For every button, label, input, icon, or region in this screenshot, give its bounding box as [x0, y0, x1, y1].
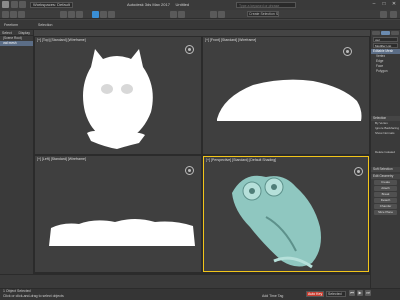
ribbon-tab-selection[interactable]: Selection	[38, 23, 52, 27]
viewport-top[interactable]: [+] [Top] [Standard] [Wireframe]	[35, 37, 201, 154]
status-prompt: Click or click-and-drag to select object…	[3, 294, 64, 298]
select-move-icon[interactable]	[92, 11, 99, 18]
hierarchy-tab-icon[interactable]	[390, 31, 399, 35]
render-icon[interactable]	[380, 11, 387, 18]
undo-icon[interactable]	[11, 1, 18, 8]
minimize-icon[interactable]: –	[370, 1, 378, 8]
object-name-field[interactable]: owl	[373, 37, 398, 42]
selection-set-dropdown[interactable]: Create Selection Set	[247, 11, 279, 17]
app-logo-icon[interactable]	[2, 1, 9, 8]
auto-key-button[interactable]: Auto Key	[306, 291, 324, 297]
add-time-tag-button[interactable]: Add Time Tag	[262, 294, 283, 298]
mirror-icon[interactable]	[210, 11, 217, 18]
command-panel-tabs	[371, 30, 400, 36]
select-scale-icon[interactable]	[108, 11, 115, 18]
scene-object-row[interactable]: owl mesh	[0, 41, 33, 46]
create-button[interactable]: Create	[374, 180, 397, 185]
link-icon[interactable]	[2, 11, 9, 18]
go-to-end-icon[interactable]: ⏭	[365, 290, 371, 296]
owl-perspective-view	[232, 175, 321, 269]
title-bar: Workspaces: Default Autodesk 3ds Max 201…	[0, 0, 400, 10]
chamfer-button[interactable]: Chamfer	[374, 204, 397, 209]
slice-plane-button[interactable]: Slice Plane	[374, 210, 397, 215]
main-toolbar	[0, 10, 400, 19]
search-input[interactable]	[237, 4, 295, 8]
maximize-icon[interactable]: □	[380, 1, 388, 8]
selected-dropdown[interactable]: Selected	[326, 291, 346, 297]
play-icon[interactable]: ▶	[357, 290, 363, 296]
attach-button[interactable]: Attach	[374, 186, 397, 191]
align-icon[interactable]	[218, 11, 225, 18]
break-button[interactable]: Break	[374, 192, 397, 197]
window-title: Autodesk 3ds Max 2017 Untitled	[127, 2, 189, 7]
workspace-dropdown[interactable]: Workspaces: Default	[30, 2, 73, 8]
ribbon-tab-modeling[interactable]: Freeform	[4, 23, 18, 27]
angle-snap-icon[interactable]	[178, 11, 185, 18]
command-panel: owl Modifier List Editable Mesh Vertex E…	[370, 30, 400, 288]
select-object-icon[interactable]	[60, 11, 67, 18]
tab-select[interactable]: Select	[0, 30, 17, 35]
modifier-list-dropdown[interactable]: Modifier List	[373, 43, 398, 48]
select-region-icon[interactable]	[76, 11, 83, 18]
document-name: Untitled	[175, 2, 190, 7]
detach-button[interactable]: Detach	[374, 198, 397, 203]
ribbon: Freeform Selection	[0, 20, 400, 30]
bind-icon[interactable]	[18, 11, 25, 18]
snaps-icon[interactable]	[170, 11, 177, 18]
scene-explorer: Select Display (Scene Root) owl mesh	[0, 30, 34, 288]
unlink-icon[interactable]	[10, 11, 17, 18]
create-tab-icon[interactable]	[372, 31, 381, 35]
tab-display[interactable]: Display	[17, 30, 34, 35]
search-box[interactable]	[236, 2, 296, 8]
owl-top-view	[83, 49, 153, 149]
selection-count: 1 Object Selected	[3, 289, 31, 293]
rollout-edit-geometry[interactable]: Edit Geometry	[371, 174, 400, 179]
owl-front-view	[217, 79, 362, 121]
select-rotate-icon[interactable]	[100, 11, 107, 18]
viewport-perspective[interactable]: [+] [Perspective] [Standard] [Default Sh…	[203, 156, 369, 272]
viewport-left[interactable]: [+] [Left] [Standard] [Wireframe]	[35, 156, 201, 272]
owl-left-view	[49, 219, 195, 246]
go-to-start-icon[interactable]: ⏮	[349, 290, 355, 296]
viewport-area: [+] [Top] [Standard] [Wireframe] [+] [Fr…	[34, 36, 370, 288]
modify-tab-icon[interactable]	[381, 31, 390, 35]
select-by-name-icon[interactable]	[68, 11, 75, 18]
redo-icon[interactable]	[19, 1, 26, 8]
app-name: Autodesk 3ds Max 2017	[127, 2, 170, 7]
window-controls: – □ ✕	[370, 1, 398, 8]
rollout-soft-selection[interactable]: Soft Selection	[371, 167, 400, 172]
close-icon[interactable]: ✕	[390, 1, 398, 8]
render-setup-icon[interactable]	[390, 11, 397, 18]
viewport-front[interactable]: [+] [Front] [Standard] [Wireframe]	[203, 37, 369, 154]
timeline[interactable]	[0, 274, 370, 288]
